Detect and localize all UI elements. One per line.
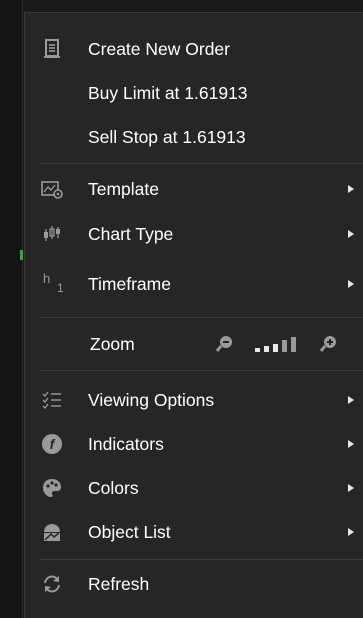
menu-item-label: Colors	[88, 477, 139, 498]
submenu-arrow-icon	[348, 280, 354, 288]
menu-item-label: Sell Stop at 1.61913	[88, 126, 246, 147]
timeframe-icon: h 1	[39, 271, 65, 297]
zoom-out-icon[interactable]	[215, 334, 235, 354]
menu-separator	[39, 370, 363, 371]
chart-edge	[0, 0, 23, 618]
menu-item-label: Template	[88, 178, 160, 199]
menu-item-zoom: Zoom	[25, 324, 363, 364]
palette-icon	[39, 475, 65, 501]
menu-item-label: Object List	[88, 521, 171, 542]
object-list-icon	[39, 519, 65, 545]
menu-item-label: Zoom	[90, 333, 135, 354]
timeframe-icon-h: h	[43, 271, 51, 286]
menu-item-label: Refresh	[88, 573, 150, 594]
menu-separator	[39, 317, 363, 318]
template-icon	[39, 176, 65, 202]
zoom-in-icon[interactable]	[319, 334, 339, 354]
chart-price-tick	[20, 250, 23, 260]
submenu-arrow-icon	[348, 185, 354, 193]
context-menu: Create New Order Buy Limit at 1.61913 Se…	[24, 12, 363, 618]
submenu-arrow-icon	[348, 484, 354, 492]
menu-separator	[39, 559, 363, 560]
checklist-icon	[39, 387, 65, 413]
refresh-icon	[39, 571, 65, 597]
submenu-arrow-icon	[348, 440, 354, 448]
menu-item-label: Buy Limit at 1.61913	[88, 82, 248, 103]
menu-item-create-new-order[interactable]: Create New Order	[25, 29, 363, 69]
timeframe-icon-1: 1	[57, 281, 64, 295]
menu-item-label: Viewing Options	[88, 389, 215, 410]
indicators-icon-glyph: f	[42, 434, 62, 454]
order-document-icon	[39, 36, 65, 62]
zoom-controls	[215, 324, 339, 364]
menu-item-label: Indicators	[88, 433, 164, 454]
menu-item-template[interactable]: Template	[25, 169, 363, 209]
submenu-arrow-icon	[348, 396, 354, 404]
menu-item-label: Create New Order	[88, 38, 230, 59]
menu-item-viewing-options[interactable]: Viewing Options	[25, 380, 363, 420]
menu-item-indicators[interactable]: f Indicators	[25, 424, 363, 464]
menu-separator	[39, 163, 363, 164]
zoom-level-bars-icon	[255, 334, 315, 354]
menu-item-label: Chart Type	[88, 223, 174, 244]
menu-item-sell-stop[interactable]: Sell Stop at 1.61913	[25, 117, 363, 157]
menu-item-buy-limit[interactable]: Buy Limit at 1.61913	[25, 73, 363, 113]
menu-item-chart-type[interactable]: Chart Type	[25, 214, 363, 254]
indicators-icon: f	[39, 431, 65, 457]
menu-item-label: Timeframe	[88, 273, 171, 294]
menu-item-object-list[interactable]: Object List	[25, 512, 363, 552]
menu-item-refresh[interactable]: Refresh	[25, 564, 363, 604]
candlestick-icon	[39, 221, 65, 247]
menu-item-timeframe[interactable]: h 1 Timeframe	[25, 264, 363, 304]
menu-item-colors[interactable]: Colors	[25, 468, 363, 508]
submenu-arrow-icon	[348, 528, 354, 536]
submenu-arrow-icon	[348, 230, 354, 238]
